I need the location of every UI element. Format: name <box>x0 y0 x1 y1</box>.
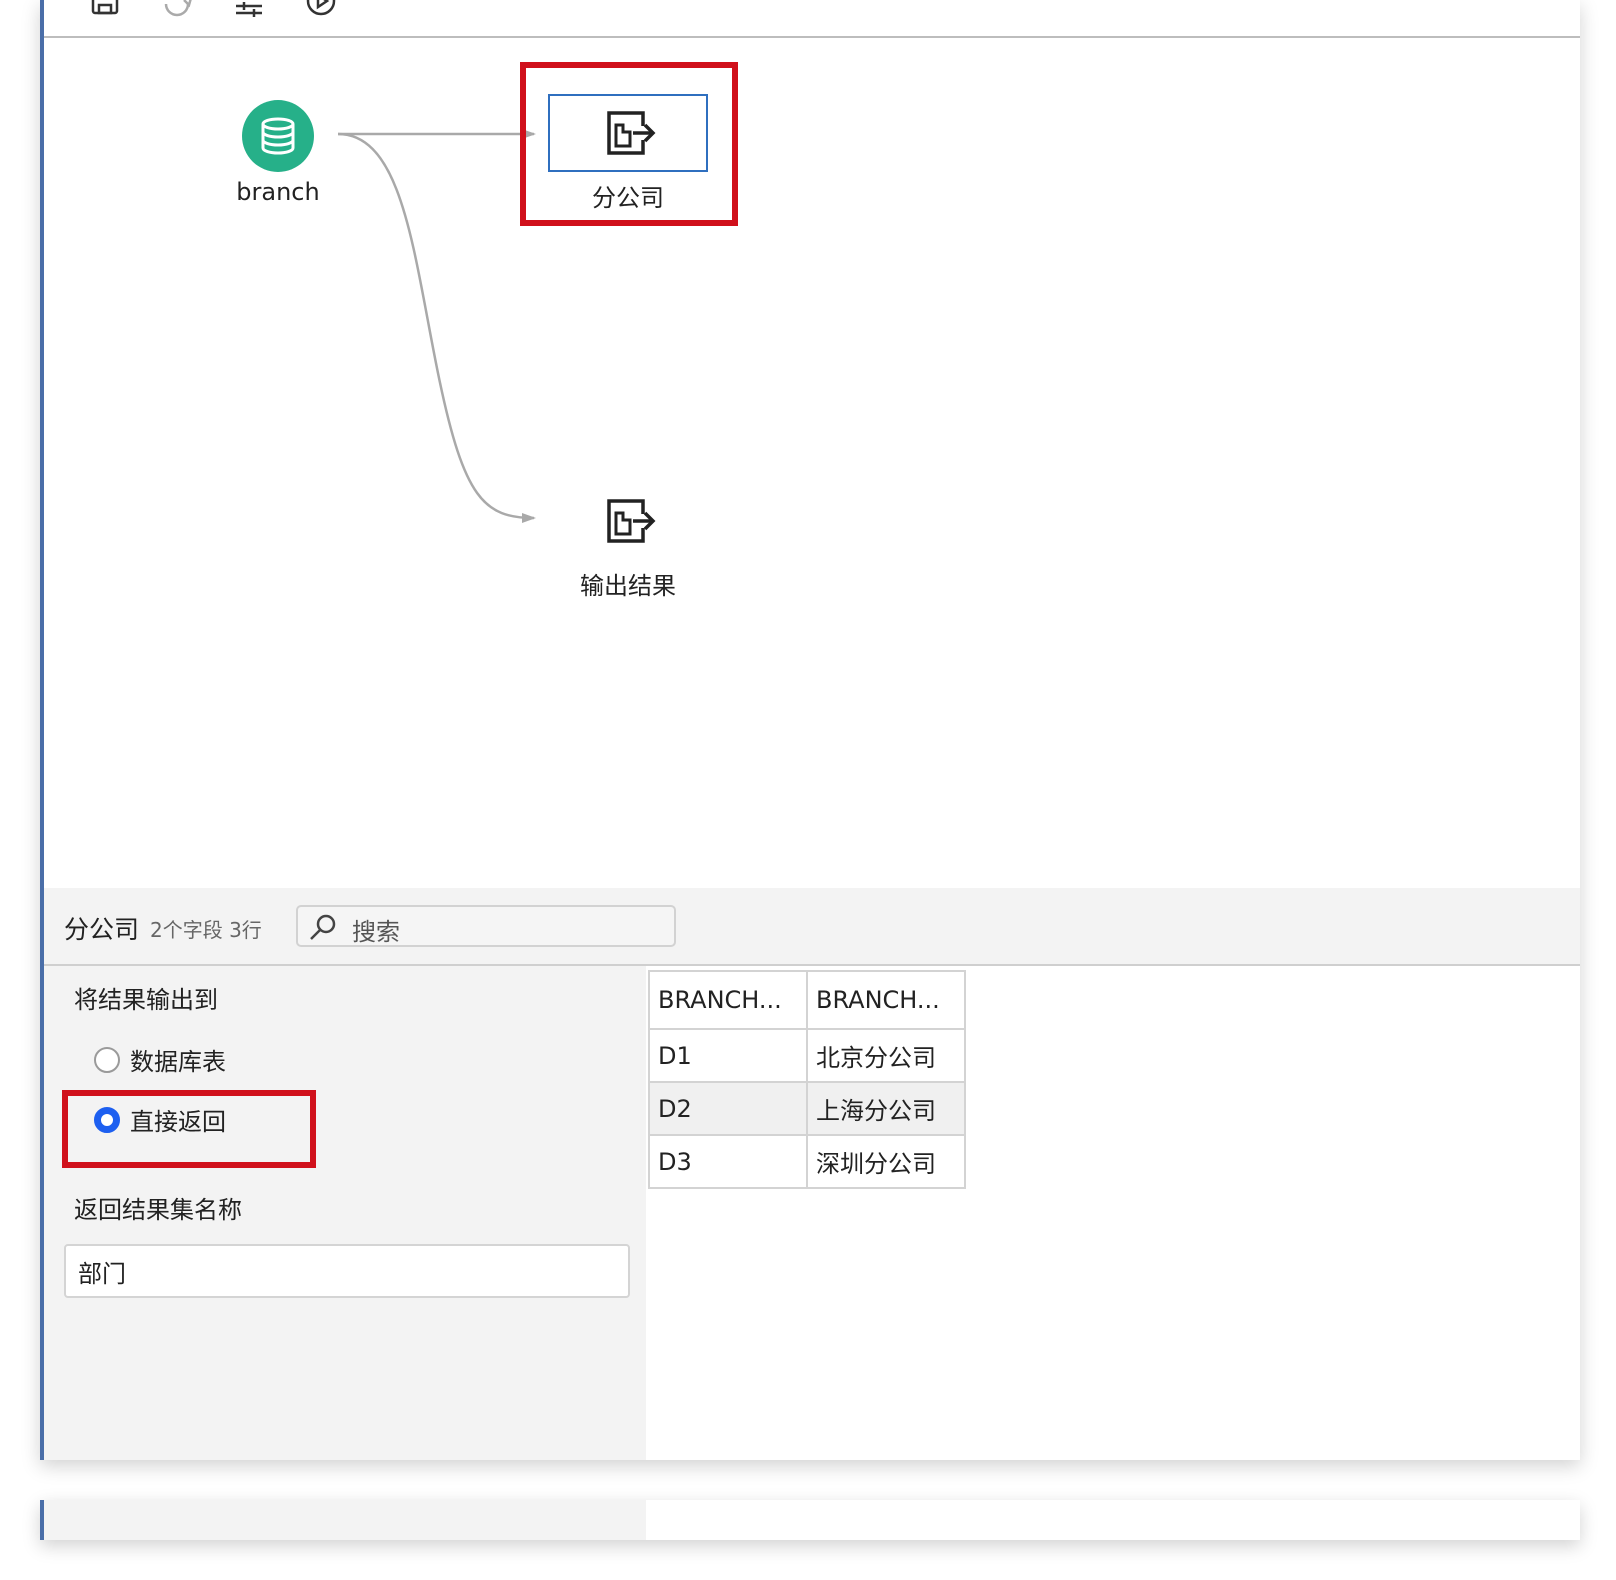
table-cell[interactable]: D3 <box>648 1134 808 1189</box>
dataflow-window: branch 分公司 输出结果 分公司 2个字段 3行 搜索 将结果输出到 数据… <box>40 0 1580 1460</box>
data-preview-panel: BRANCH... BRANCH... D1 北京分公司 D2 上海分公司 D3… <box>646 966 1580 1460</box>
radio-direct-return[interactable]: 直接返回 <box>94 1102 226 1137</box>
node-detail-header: 分公司 2个字段 3行 搜索 <box>44 888 1580 966</box>
radio-label: 直接返回 <box>130 1108 226 1136</box>
node-branch-source[interactable]: branch <box>218 100 338 206</box>
export-file-icon <box>607 499 656 543</box>
node-label: 分公司 <box>592 184 664 212</box>
node-selection-box <box>548 94 708 172</box>
node-branch-office-output[interactable]: 分公司 <box>546 94 710 213</box>
table-cell[interactable]: 北京分公司 <box>806 1028 966 1083</box>
radio-button-checked[interactable] <box>94 1106 120 1133</box>
output-settings-panel: 将结果输出到 数据库表 直接返回 返回结果集名称 部门 <box>44 966 646 1460</box>
play-icon[interactable] <box>304 0 338 18</box>
sliders-icon[interactable] <box>232 0 266 18</box>
table-cell[interactable]: D2 <box>648 1081 808 1136</box>
search-placeholder: 搜索 <box>352 918 400 946</box>
search-icon <box>310 914 336 940</box>
refresh-icon[interactable] <box>160 0 194 18</box>
node-label: 输出结果 <box>580 572 676 600</box>
column-header[interactable]: BRANCH... <box>648 970 808 1030</box>
search-input[interactable]: 搜索 <box>296 905 676 947</box>
export-file-icon <box>607 111 656 155</box>
node-label: branch <box>236 178 320 206</box>
edge-branch-to-output-result <box>337 132 536 523</box>
table-row: D1 北京分公司 <box>648 1028 966 1083</box>
save-icon[interactable] <box>88 0 122 18</box>
table-cell[interactable]: D1 <box>648 1028 808 1083</box>
toolbar <box>44 0 1580 38</box>
result-name-label: 返回结果集名称 <box>74 1196 242 1224</box>
table-row: D2 上海分公司 <box>648 1081 966 1136</box>
panel-meta: 2个字段 3行 <box>150 918 262 942</box>
table-header-row: BRANCH... BRANCH... <box>648 970 966 1030</box>
node-output-result[interactable]: 输出结果 <box>546 482 710 601</box>
node-icon-box <box>548 482 708 560</box>
preview-table: BRANCH... BRANCH... D1 北京分公司 D2 上海分公司 D3… <box>648 970 966 1189</box>
database-icon <box>242 100 314 172</box>
flow-canvas[interactable]: branch 分公司 输出结果 <box>44 38 1580 888</box>
radio-database-table[interactable]: 数据库表 <box>94 1042 226 1077</box>
result-name-field[interactable]: 部门 <box>64 1244 630 1298</box>
output-target-label: 将结果输出到 <box>74 986 218 1014</box>
background-window-strip <box>40 1500 1580 1540</box>
radio-label: 数据库表 <box>130 1048 226 1076</box>
radio-button[interactable] <box>94 1046 120 1073</box>
table-cell[interactable]: 深圳分公司 <box>806 1134 966 1189</box>
column-header[interactable]: BRANCH... <box>806 970 966 1030</box>
panel-title: 分公司 <box>64 915 140 944</box>
table-row: D3 深圳分公司 <box>648 1134 966 1189</box>
table-cell[interactable]: 上海分公司 <box>806 1081 966 1136</box>
background-left-panel <box>44 1500 646 1540</box>
